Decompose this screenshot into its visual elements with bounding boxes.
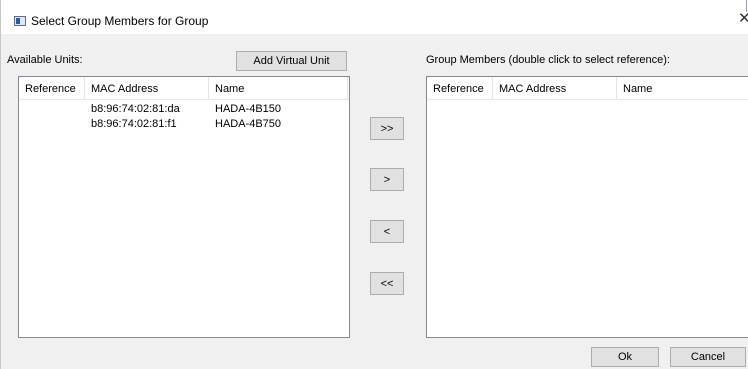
members-list-header: Reference MAC Address Name [427, 77, 748, 100]
column-header-name[interactable]: Name [617, 77, 748, 99]
column-header-reference[interactable]: Reference [427, 77, 493, 99]
column-header-name[interactable]: Name [209, 77, 348, 99]
add-all-button[interactable]: >> [370, 117, 404, 140]
column-header-mac-address[interactable]: MAC Address [493, 77, 617, 99]
dialog-window: Select Group Members for Group ✕ Availab… [0, 0, 748, 369]
cell-name: HADA-4B750 [215, 118, 282, 130]
group-members-list[interactable]: Reference MAC Address Name [426, 76, 748, 338]
column-header-mac-address[interactable]: MAC Address [85, 77, 209, 99]
list-item[interactable]: b8:96:74:02:81:f1 HADA-4B750 [19, 117, 349, 131]
available-list-header: Reference MAC Address Name [19, 77, 349, 100]
add-selected-button[interactable]: > [370, 168, 404, 191]
available-units-label: Available Units: [7, 54, 83, 66]
ok-button[interactable]: Ok [591, 347, 659, 367]
cell-name: HADA-4B150 [215, 103, 282, 115]
cell-mac-address: b8:96:74:02:81:da [91, 103, 180, 115]
group-members-label: Group Members (double click to select re… [426, 54, 670, 66]
close-icon[interactable]: ✕ [738, 11, 748, 27]
window-app-icon [14, 16, 26, 26]
cell-mac-address: b8:96:74:02:81:f1 [91, 118, 177, 130]
title-bar[interactable]: Select Group Members for Group ✕ [1, 0, 748, 34]
remove-selected-button[interactable]: < [370, 220, 404, 243]
window-title: Select Group Members for Group [31, 14, 209, 28]
cancel-button[interactable]: Cancel [670, 347, 746, 367]
list-item[interactable]: b8:96:74:02:81:da HADA-4B150 [19, 102, 349, 116]
column-header-reference[interactable]: Reference [19, 77, 85, 99]
remove-all-button[interactable]: << [370, 272, 404, 295]
window-edge-mark [746, 0, 747, 12]
add-virtual-unit-button[interactable]: Add Virtual Unit [236, 51, 347, 71]
available-units-list[interactable]: Reference MAC Address Name b8:96:74:02:8… [18, 76, 350, 338]
